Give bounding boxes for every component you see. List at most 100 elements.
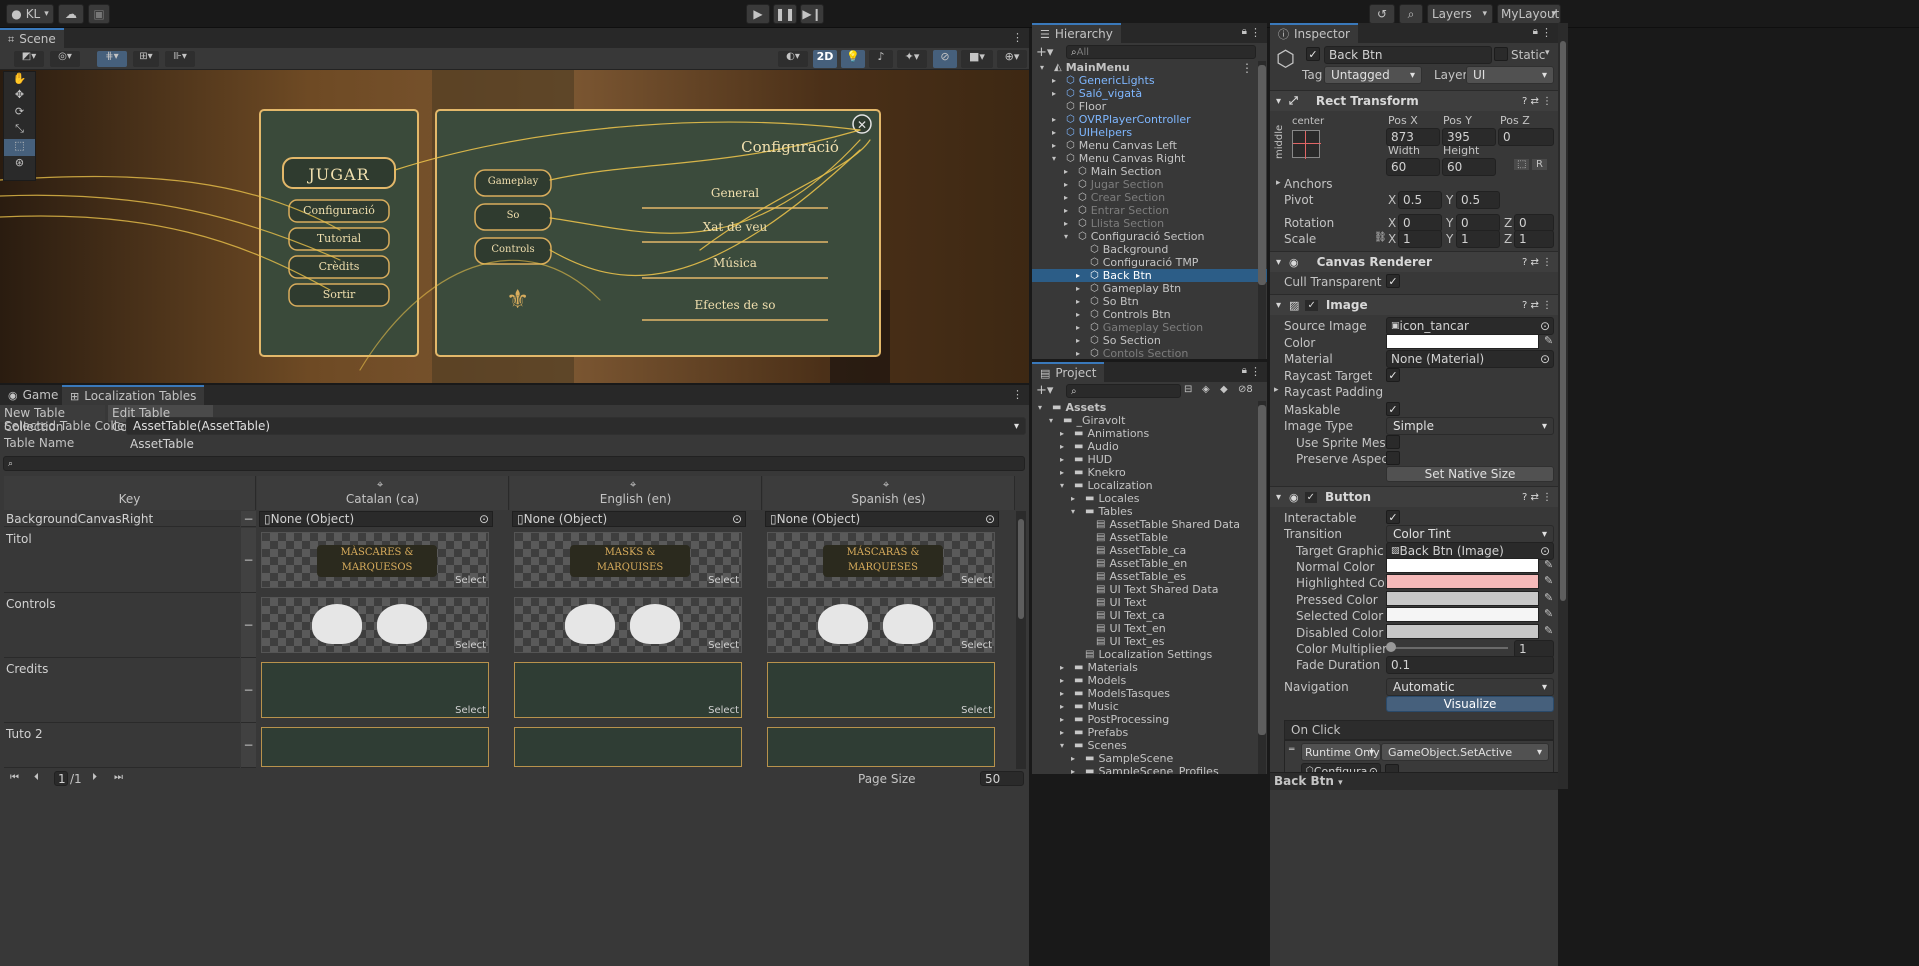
prev-page-icon[interactable]: ⏴ (34, 772, 39, 783)
foldout-icon[interactable]: ▸ (1060, 715, 1070, 724)
pivot-y-field[interactable]: 0.5 (1456, 191, 1500, 209)
project-asset[interactable]: ▤ AssetTable_ca (1032, 544, 1267, 557)
multiplier-slider-track[interactable] (1388, 647, 1508, 649)
project-scrollbar[interactable] (1258, 401, 1266, 774)
project-folder[interactable]: ▸ ▬ Locales (1032, 492, 1267, 505)
select-button[interactable]: Select (455, 640, 486, 651)
height-field[interactable]: 60 (1442, 158, 1496, 176)
key-cell[interactable]: Credits (4, 658, 240, 723)
globe-icon[interactable]: ◎▾ (50, 51, 80, 67)
play-button[interactable]: ▶ (746, 4, 770, 24)
scale-tool-icon[interactable]: ⤡ (4, 122, 35, 139)
remove-row-button[interactable]: − (241, 528, 256, 593)
transition-dropdown[interactable]: Color Tint (1386, 525, 1554, 543)
highlighted-color-swatch[interactable] (1386, 574, 1539, 589)
project-asset[interactable]: ▤ UI Text Shared Data (1032, 583, 1267, 596)
canvas-renderer-header[interactable]: ▾ ◉ Canvas Renderer ? ⇄ ⋮ (1270, 251, 1558, 272)
foldout-icon[interactable]: ▾ (1276, 492, 1281, 503)
effects-icon[interactable]: ✦▾ (897, 50, 927, 68)
target-icon[interactable]: ⊙ (732, 512, 742, 526)
rect-tool-icon[interactable]: ⬚ (4, 139, 35, 156)
project-asset[interactable]: ▤ UI Text_ca (1032, 609, 1267, 622)
foldout-icon[interactable]: ▸ (1276, 178, 1281, 188)
hierarchy-item[interactable]: ▸ ⬡ Entrar Section (1032, 204, 1267, 217)
selected-collection-dropdown[interactable]: AssetTable(AssetTable) (126, 417, 1026, 435)
select-button[interactable]: Select (455, 575, 486, 586)
object-field[interactable]: ▯ None (Object) ⊙ (512, 511, 746, 527)
remove-row-button[interactable]: − (241, 593, 256, 658)
enabled-checkbox[interactable]: ✓ (1304, 491, 1318, 503)
interactable-checkbox[interactable]: ✓ (1386, 510, 1400, 524)
link-icon[interactable]: ⛓ (1374, 232, 1387, 243)
cull-checkbox[interactable]: ✓ (1386, 274, 1400, 288)
lock-icon[interactable]: 🔒︎ (1242, 365, 1247, 376)
multiplier-slider-handle[interactable] (1386, 642, 1396, 652)
foldout-icon[interactable]: ▾ (1049, 416, 1059, 425)
asset-preview[interactable]: Select (767, 597, 995, 653)
hierarchy-item[interactable]: ▸ ⬡ Gameplay Section (1032, 321, 1267, 334)
scrollbar-thumb[interactable] (1258, 65, 1266, 285)
foldout-icon[interactable]: ▸ (1071, 494, 1081, 503)
lock-icon[interactable]: 🔒︎ (1533, 26, 1538, 37)
hierarchy-item[interactable]: ▸ ⬡ Crear Section (1032, 191, 1267, 204)
normal-color-swatch[interactable] (1386, 558, 1539, 573)
asset-preview[interactable] (261, 727, 489, 767)
project-asset[interactable]: ▤ UI Text (1032, 596, 1267, 609)
foldout-icon[interactable]: ▸ (1060, 689, 1070, 698)
hierarchy-item[interactable]: ▸ ⬡ GenericLights (1032, 74, 1267, 87)
project-folder[interactable]: ▸ ▬ Materials (1032, 661, 1267, 674)
foldout-icon[interactable]: ▸ (1076, 336, 1086, 345)
step-button[interactable]: ▶❙ (800, 4, 824, 24)
foldout-icon[interactable]: ▾ (1040, 63, 1050, 72)
asset-preview[interactable]: MASKS & MARQUISES Select (514, 532, 742, 588)
project-asset[interactable]: ▤ AssetTable Shared Data (1032, 518, 1267, 531)
move-tool-icon[interactable]: ✥ (4, 88, 35, 105)
select-button[interactable]: Select (708, 705, 739, 716)
remove-row-button[interactable]: − (241, 511, 256, 527)
first-page-icon[interactable]: ⏮ (10, 772, 19, 783)
image-component-header[interactable]: ▾ ▨ ✓ Image ? ⇄ ⋮ (1270, 294, 1558, 315)
source-image-field[interactable]: ▣ icon_tancar ⊙ (1386, 317, 1554, 335)
preserve-aspect-checkbox[interactable] (1386, 451, 1400, 465)
hierarchy-item[interactable]: ▸ ⬡ So Btn (1032, 295, 1267, 308)
foldout-icon[interactable]: ▸ (1060, 468, 1070, 477)
more-icon[interactable]: ⋮ (1541, 26, 1552, 39)
type-filter-icon[interactable]: ◈ (1202, 384, 1210, 395)
object-field[interactable]: ▯ None (Object) ⊙ (765, 511, 999, 527)
foldout-icon[interactable]: ▸ (1076, 323, 1086, 332)
account-dropdown[interactable]: ● KL ▾ (6, 4, 54, 24)
project-folder[interactable]: ▾ ▬ _Giravolt (1032, 414, 1267, 427)
project-asset[interactable]: ▤ AssetTable_en (1032, 557, 1267, 570)
component-menu-icons[interactable]: ? ⇄ ⋮ (1522, 96, 1552, 107)
project-folder[interactable]: ▾ ▬ Localization (1032, 479, 1267, 492)
eyedropper-icon[interactable]: ✎ (1544, 624, 1553, 637)
eyedropper-icon[interactable]: ✎ (1544, 334, 1553, 347)
foldout-icon[interactable]: ▸ (1064, 193, 1074, 202)
cloud-icon[interactable]: ☁ (58, 4, 84, 24)
project-folder[interactable]: ▾ ▬ Tables (1032, 505, 1267, 518)
tab-hierarchy[interactable]: ☰ Hierarchy (1032, 23, 1121, 43)
foldout-icon[interactable]: ▸ (1060, 455, 1070, 464)
select-button[interactable]: Select (455, 705, 486, 716)
pressed-color-swatch[interactable] (1386, 591, 1539, 606)
scrollbar-thumb[interactable] (1560, 41, 1566, 601)
collab-icon[interactable]: ▣ (88, 4, 110, 24)
foldout-icon[interactable]: ▸ (1076, 271, 1086, 280)
eyedropper-icon[interactable]: ✎ (1544, 607, 1553, 620)
project-asset[interactable]: ▤ AssetTable_es (1032, 570, 1267, 583)
asset-preview[interactable]: Select (261, 662, 489, 718)
project-asset[interactable]: ▤ AssetTable (1032, 531, 1267, 544)
last-page-icon[interactable]: ⏭ (114, 772, 123, 783)
eyedropper-icon[interactable]: ✎ (1544, 558, 1553, 571)
table-search-input[interactable]: ⌕ (3, 456, 1025, 471)
project-folder[interactable]: ▸ ▬ ModelsTasques (1032, 687, 1267, 700)
transform-tool-icon[interactable]: ⊛ (4, 156, 35, 173)
more-icon[interactable]: ⋮ (1012, 388, 1023, 401)
key-cell[interactable]: BackgroundCanvasRight (4, 511, 240, 527)
asset-preview[interactable]: Select (514, 662, 742, 718)
inspector-footer[interactable]: Back Btn ▾ (1270, 772, 1558, 790)
material-field[interactable]: None (Material) ⊙ (1386, 350, 1554, 368)
scale-x-field[interactable]: 1 (1398, 230, 1442, 248)
runtime-dropdown[interactable]: Runtime Only (1301, 743, 1381, 761)
component-menu-icons[interactable]: ? ⇄ ⋮ (1522, 492, 1552, 503)
